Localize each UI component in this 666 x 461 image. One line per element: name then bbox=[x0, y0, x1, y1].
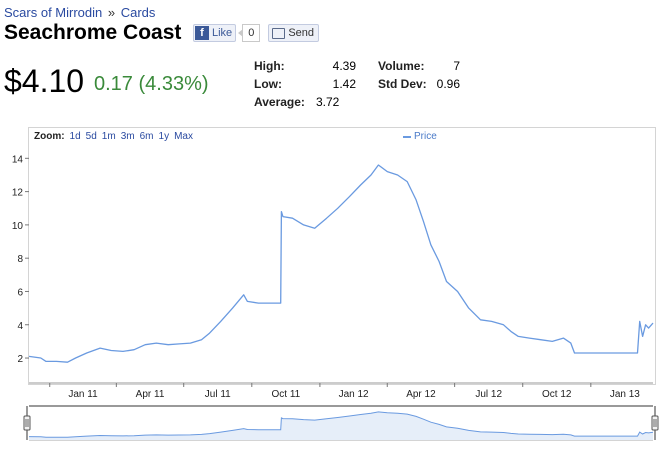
navigator-left-handle[interactable] bbox=[23, 406, 31, 440]
y-tick-label: 2 bbox=[17, 354, 23, 365]
x-tick-label: Apr 11 bbox=[136, 389, 165, 400]
handle-grip bbox=[23, 415, 31, 431]
handle-grip bbox=[651, 415, 659, 431]
series-price-line bbox=[28, 164, 654, 363]
y-tick-label: 6 bbox=[17, 287, 23, 298]
x-tick-label: Jul 11 bbox=[205, 389, 231, 400]
x-tick-label: Apr 12 bbox=[406, 389, 436, 400]
price-chart: 2 4 6 8 10 12 14 Jan 11 Apr 11 Jul 11 Oct 11 Jan 12… bbox=[12, 154, 659, 441]
x-tick-label: Jan 11 bbox=[68, 389, 98, 400]
y-tick-label: 4 bbox=[17, 321, 23, 332]
x-tick-label: Jul 12 bbox=[475, 389, 502, 400]
y-tick-label: 8 bbox=[17, 254, 23, 265]
y-tick-label: 12 bbox=[12, 188, 24, 199]
x-tick-label: Jan 13 bbox=[610, 389, 640, 400]
y-tick-label: 10 bbox=[12, 221, 24, 232]
x-tick-label: Oct 11 bbox=[271, 389, 300, 400]
y-tick-label: 14 bbox=[12, 154, 24, 165]
x-tick-label: Jan 12 bbox=[339, 389, 369, 400]
x-tick-label: Oct 12 bbox=[542, 389, 572, 400]
